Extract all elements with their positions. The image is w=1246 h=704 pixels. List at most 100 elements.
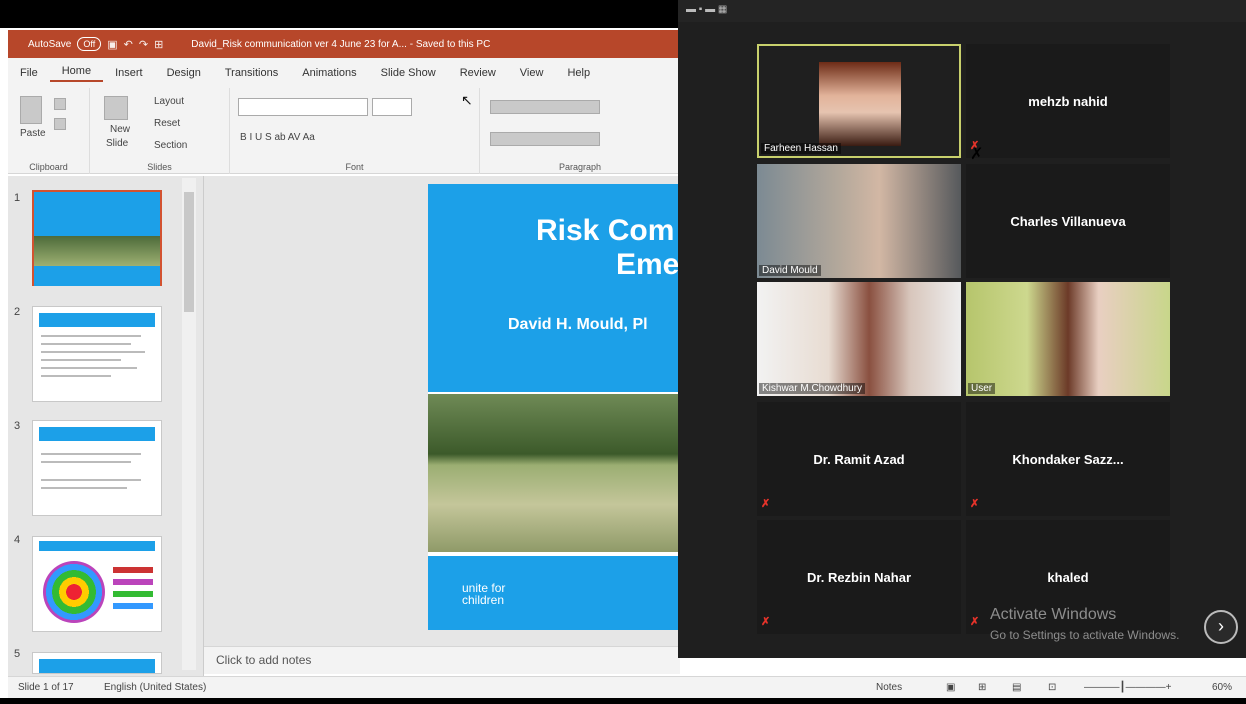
muted-mic-icon: ✗ (761, 498, 771, 510)
ribbon-tabs: File Home Insert Design Transitions Anim… (8, 58, 680, 88)
notes-pane[interactable]: Click to add notes (204, 646, 680, 674)
thumbnail-number: 5 (14, 648, 21, 660)
mouse-cursor-icon: ↖ (461, 92, 473, 108)
muted-mic-icon: ✗ (970, 498, 980, 510)
new-slide-label-2[interactable]: Slide (106, 138, 128, 149)
copy-icon[interactable] (54, 118, 66, 130)
tab-home[interactable]: Home (49, 65, 104, 82)
paragraph-group-label: Paragraph (558, 162, 602, 172)
slide-thumbnail-5[interactable] (32, 652, 162, 674)
slide-thumbnail-1[interactable] (32, 190, 162, 286)
thumbnail-number: 3 (14, 420, 21, 432)
muted-mic-icon: ✗ (970, 146, 984, 163)
participant-name: mehzb nahid (1028, 94, 1108, 109)
font-name-select[interactable] (238, 98, 368, 116)
list-buttons[interactable] (490, 100, 600, 114)
grassland-photo (428, 394, 680, 552)
paste-label: Paste (20, 128, 46, 139)
participant-video (757, 282, 961, 396)
powerpoint-title-bar: AutoSave Off ▣ ↶ ↷ ⊞ David_Risk communic… (8, 30, 680, 58)
slide-thumbnail-4[interactable] (32, 536, 162, 632)
slide-sorter-icon[interactable]: ⊞ (978, 682, 986, 693)
participant-tile[interactable]: Khondaker Sazz... ✗ (966, 402, 1170, 516)
thumbnails-scrollbar[interactable] (182, 178, 196, 670)
activate-windows-title: Activate Windows (990, 606, 1117, 623)
unicef-tagline: unite for children (462, 581, 506, 607)
participant-tile[interactable]: Kishwar M.Chowdhury (757, 282, 961, 396)
participant-tile[interactable]: Farheen Hassan (757, 44, 961, 158)
section-button[interactable]: Section (154, 140, 187, 151)
activate-windows-subtitle: Go to Settings to activate Windows. (990, 628, 1180, 642)
document-title: David_Risk communication ver 4 June 23 f… (191, 38, 491, 50)
slides-group: New Slide Layout Reset Section Slides (90, 88, 230, 174)
autosave-label: AutoSave (28, 38, 72, 50)
clipboard-group-label: Clipboard (29, 162, 68, 172)
redo-icon[interactable]: ↷ (139, 38, 148, 51)
tab-transitions[interactable]: Transitions (213, 67, 290, 79)
undo-icon[interactable]: ↶ (124, 38, 133, 51)
font-group-label: Font (345, 162, 364, 172)
font-size-select[interactable] (372, 98, 412, 116)
layout-button[interactable]: Layout (154, 96, 184, 107)
muted-mic-icon: ✗ (970, 616, 980, 628)
save-icon[interactable]: ▣ (107, 38, 117, 51)
new-slide-icon[interactable] (104, 96, 128, 120)
participant-name: Charles Villanueva (1010, 214, 1126, 229)
participant-tile[interactable]: David Mould (757, 164, 961, 278)
chevron-right-icon: › (1218, 616, 1224, 636)
tab-help[interactable]: Help (555, 67, 602, 79)
slide-author: David H. Mould, Pl (508, 316, 648, 333)
participant-tile[interactable]: User (966, 282, 1170, 396)
paste-icon[interactable] (20, 96, 42, 124)
next-page-button[interactable]: › (1204, 610, 1238, 644)
slide-thumbnail-3[interactable] (32, 420, 162, 516)
participant-video (819, 62, 901, 146)
zoom-window-toolbar: ▬ ▪ ▬ ▦ (678, 0, 1246, 22)
slides-group-label: Slides (147, 162, 172, 172)
language-indicator[interactable]: English (United States) (104, 682, 206, 693)
participant-name: khaled (1047, 570, 1089, 585)
reading-view-icon[interactable]: ▤ (1012, 682, 1021, 693)
reset-button[interactable]: Reset (154, 118, 180, 129)
muted-mic-icon: ✗ (761, 616, 771, 628)
ribbon: Paste Clipboard New Slide Layout Reset S… (8, 88, 680, 174)
participant-video (757, 164, 961, 278)
slide-count: Slide 1 of 17 (18, 682, 74, 693)
current-slide[interactable]: Risk Com Eme David H. Mould, Pl unite fo… (428, 184, 680, 630)
font-format-buttons[interactable]: B I U S ab AV Aa (240, 132, 315, 143)
tab-design[interactable]: Design (155, 67, 213, 79)
present-icon[interactable]: ⊞ (154, 38, 163, 51)
thumbnail-number: 2 (14, 306, 21, 318)
tab-review[interactable]: Review (448, 67, 508, 79)
thumbnail-number: 1 (14, 192, 21, 204)
autosave-toggle[interactable]: Off (77, 37, 102, 51)
screen-bottom-bar (0, 698, 1246, 704)
participant-name: Khondaker Sazz... (1012, 452, 1124, 467)
participant-video (966, 282, 1170, 396)
paragraph-group: Paragraph (480, 88, 680, 174)
new-slide-label[interactable]: New (110, 124, 130, 135)
participant-name: David Mould (759, 265, 821, 276)
participant-tile[interactable]: Charles Villanueva (966, 164, 1170, 278)
align-buttons[interactable] (490, 132, 600, 146)
participant-tile[interactable]: Dr. Ramit Azad ✗ (757, 402, 961, 516)
participant-name: Dr. Ramit Azad (813, 452, 905, 467)
window-controls-icon[interactable]: ▬ ▪ ▬ ▦ (686, 4, 727, 15)
tab-slide-show[interactable]: Slide Show (369, 67, 448, 79)
tab-view[interactable]: View (508, 67, 556, 79)
tab-file[interactable]: File (8, 67, 50, 79)
tab-insert[interactable]: Insert (103, 67, 155, 79)
tab-animations[interactable]: Animations (290, 67, 368, 79)
zoom-level[interactable]: 60% (1212, 682, 1232, 693)
thumbnail-number: 4 (14, 534, 21, 546)
zoom-slider[interactable]: –———┃————+ (1084, 682, 1171, 693)
slide-thumbnail-2[interactable] (32, 306, 162, 402)
cut-icon[interactable] (54, 98, 66, 110)
slideshow-icon[interactable]: ⊡ (1048, 682, 1056, 693)
slide-title-line-2: Eme (616, 248, 680, 281)
notes-button[interactable]: Notes (876, 682, 902, 693)
participant-tile[interactable]: Dr. Rezbin Nahar ✗ (757, 520, 961, 634)
normal-view-icon[interactable]: ▣ (946, 682, 955, 693)
clipboard-group: Paste Clipboard (8, 88, 90, 174)
participant-tile[interactable]: mehzb nahid ✗ (966, 44, 1170, 158)
